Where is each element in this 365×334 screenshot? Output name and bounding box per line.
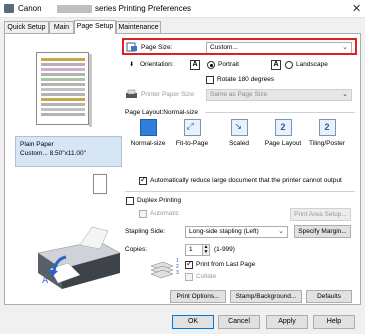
print-options-button[interactable]: Print Options... xyxy=(170,290,226,303)
landscape-label: Landscape xyxy=(296,61,328,68)
paper-type: Plain Paper xyxy=(20,141,54,148)
apply-button[interactable]: Apply xyxy=(266,315,308,329)
print-area-setup-button[interactable]: Print Area Setup... xyxy=(290,208,351,221)
printer-app-icon xyxy=(4,4,14,13)
stapling-side-value: Long-side stapling (Left) xyxy=(189,228,259,235)
auto-reduce-label: Automatically reduce large document that… xyxy=(150,177,342,184)
orientation-bullet-icon: ⬇ xyxy=(129,62,135,68)
fit-to-page-icon: ⤢ xyxy=(183,119,201,136)
defaults-button[interactable]: Defaults xyxy=(306,290,352,303)
stapling-side-select[interactable]: Long-side stapling (Left) ⌄ xyxy=(185,226,288,238)
automatic-label: Automatic xyxy=(150,210,179,217)
paper-size: Custom... 8.50"x11.00" xyxy=(20,150,86,157)
page-layout-label: Page Layout:Normal-size xyxy=(125,109,198,116)
layout-tiling-poster[interactable]: 2 Tiling/Poster xyxy=(307,119,347,149)
stamp-background-button[interactable]: Stamp/Background... xyxy=(230,290,302,303)
landscape-radio[interactable] xyxy=(285,61,293,69)
layout-page-layout-label: Page Layout xyxy=(264,140,302,147)
copies-stack-icon xyxy=(150,261,174,279)
copies-input[interactable]: 1 xyxy=(185,244,203,256)
cancel-button[interactable]: Cancel xyxy=(218,315,260,329)
rotate-180-label: Rotate 180 degrees xyxy=(217,76,275,83)
portrait-radio[interactable] xyxy=(207,61,215,69)
copies-label: Copies: xyxy=(125,246,148,253)
preview-shadow xyxy=(89,54,92,127)
printer-paper-size-value: Same as Page Size xyxy=(210,91,268,98)
help-button[interactable]: Help xyxy=(313,315,355,329)
automatic-checkbox[interactable] xyxy=(139,210,147,218)
spin-down-icon[interactable]: ▼ xyxy=(203,250,209,255)
collate-order-icon: 123 xyxy=(176,258,179,276)
close-icon[interactable]: ✕ xyxy=(352,2,361,15)
printer-paper-size-select[interactable]: Same as Page Size ⌄ xyxy=(206,89,352,101)
print-from-last-label: Print from Last Page xyxy=(196,261,256,268)
layout-normal-size[interactable]: Normal-size xyxy=(128,119,168,149)
redacted-model-name xyxy=(57,5,92,13)
portrait-label: Portrait xyxy=(218,61,239,68)
window-title-prefix: Canon xyxy=(18,4,42,13)
page-layout-icon: 2 xyxy=(274,119,292,136)
ok-button[interactable]: OK xyxy=(172,315,214,329)
paper-info-box: Plain Paper Custom... 8.50"x11.00" xyxy=(15,136,122,167)
copies-range: (1-999) xyxy=(214,246,235,253)
printer-icon xyxy=(126,89,137,98)
orientation-label: Orientation: xyxy=(140,61,174,68)
title-bar: Canon series Printing Preferences ✕ xyxy=(0,0,365,18)
printer-paper-size-label: Printer Paper Size: xyxy=(141,91,196,98)
layout-scaled[interactable]: ↘ Scaled xyxy=(219,119,259,149)
svg-text:A: A xyxy=(42,276,49,286)
duplex-label: Duplex Printing xyxy=(137,197,182,204)
duplex-checkbox[interactable] xyxy=(126,197,134,205)
specify-margin-button[interactable]: Specify Margin... xyxy=(294,225,351,238)
scaled-icon: ↘ xyxy=(230,119,248,136)
divider xyxy=(125,191,355,192)
window-title-suffix: series Printing Preferences xyxy=(95,4,192,13)
landscape-a-icon: A xyxy=(271,60,281,70)
rotate-180-checkbox[interactable] xyxy=(206,76,214,84)
layout-fit-to-page[interactable]: ⤢ Fit-to-Page xyxy=(172,119,212,149)
page-preview xyxy=(36,52,89,125)
layout-page-layout[interactable]: 2 Page Layout xyxy=(263,119,303,149)
chevron-down-icon: ⌄ xyxy=(278,228,284,235)
layout-fit-to-page-label: Fit-to-Page xyxy=(175,140,209,147)
collate-label: Collate xyxy=(196,273,217,280)
auto-reduce-checkbox[interactable] xyxy=(139,175,147,185)
portrait-a-icon: A xyxy=(190,60,200,70)
chevron-down-icon: ⌄ xyxy=(342,91,348,98)
collate-checkbox[interactable] xyxy=(185,273,193,281)
normal-size-icon xyxy=(139,119,157,136)
paper-orientation-preview xyxy=(93,174,107,194)
printer-illustration: A xyxy=(37,226,121,289)
layout-normal-size-label: Normal-size xyxy=(130,140,166,147)
divider xyxy=(205,112,355,113)
tiling-poster-icon: 2 xyxy=(318,119,336,136)
tab-page-setup[interactable]: Page Setup xyxy=(74,20,116,34)
print-from-last-checkbox[interactable] xyxy=(185,259,193,269)
page-size-highlight xyxy=(122,38,357,55)
stapling-side-label: Stapling Side: xyxy=(125,228,166,235)
layout-scaled-label: Scaled xyxy=(229,140,249,147)
copies-stepper[interactable]: ▲ ▼ xyxy=(203,244,210,256)
layout-tiling-poster-label: Tiling/Poster xyxy=(309,140,345,147)
